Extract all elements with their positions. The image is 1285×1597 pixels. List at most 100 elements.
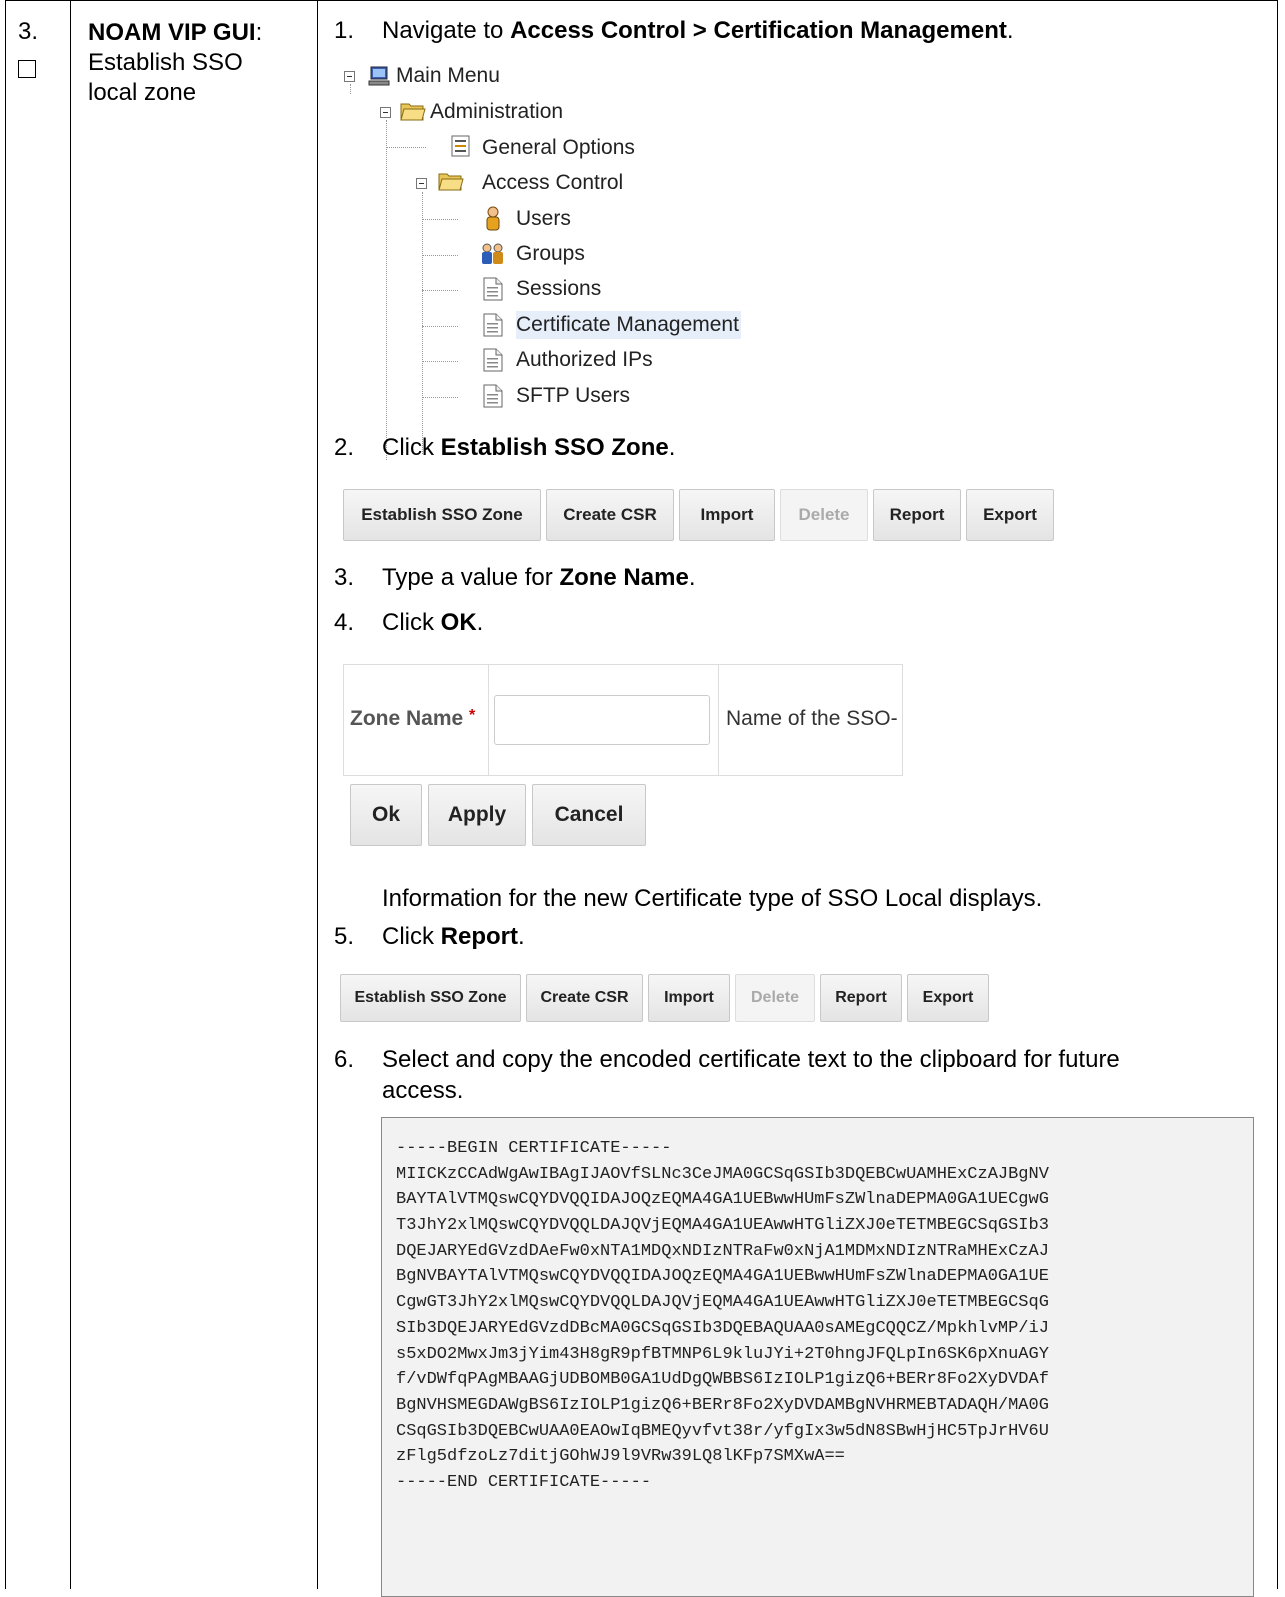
certificate-toolbar-2: Establish SSO Zone Create CSR Import Del… [340, 974, 989, 1022]
instruction-punct: . [1006, 17, 1014, 44]
column-divider [70, 1, 71, 1589]
step-checkbox[interactable] [18, 60, 36, 78]
certificate-toolbar: Establish SSO Zone Create CSR Import Del… [343, 489, 1054, 541]
instruction-5: 5. Click Report. [334, 922, 525, 952]
required-marker: * [469, 707, 476, 724]
step-number: 3. [18, 18, 39, 45]
establish-sso-zone-button[interactable]: Establish SSO Zone [340, 974, 521, 1022]
zone-name-form: Zone Name * Name of the SSO- [343, 664, 903, 776]
import-button[interactable]: Import [648, 974, 730, 1022]
computer-icon [368, 66, 390, 86]
instruction-punct: . [518, 923, 525, 950]
step-title: NOAM VIP GUI: Establish SSO local zone [88, 18, 298, 108]
instruction-punct: . [476, 609, 484, 636]
instruction-bold: Access Control > Certification Managemen… [510, 17, 1007, 44]
document-icon [483, 277, 503, 301]
certificate-line: SIb3DQEJARYEdGVzdDBcMA0GCSqGSIb3DQEBAQUA… [396, 1318, 1049, 1338]
zone-form-buttons: Ok Apply Cancel [350, 784, 646, 846]
instruction-text: Navigate to [382, 17, 511, 44]
tree-item-general-options[interactable]: General Options [482, 134, 635, 162]
tree-item-certificate-management[interactable]: Certificate Management [516, 311, 741, 339]
certificate-line: -----BEGIN CERTIFICATE----- [396, 1139, 672, 1158]
instruction-number: 6. [334, 1046, 355, 1073]
certificate-line: zFlg5dfzoLz7ditjGOhWJ9l9VRw39LQ8lKFp7SMX… [396, 1447, 845, 1467]
collapse-toggle-icon[interactable] [344, 71, 355, 82]
instruction-text: Click [382, 434, 441, 461]
document-icon [483, 313, 503, 337]
certificate-line: BAYTAlVTMQswCQYDVQQIDAJOQzEQMA4GA1UEBwwH… [396, 1190, 1049, 1210]
cancel-button[interactable]: Cancel [532, 784, 646, 846]
tree-item-sessions[interactable]: Sessions [516, 275, 601, 303]
instruction-bold: Zone Name [559, 564, 689, 591]
instruction-text: Select and copy the encoded certificate … [382, 1046, 1120, 1073]
zone-input-cell [488, 665, 719, 775]
delete-button[interactable]: Delete [735, 974, 815, 1022]
instruction-bold: OK [440, 609, 477, 636]
establish-sso-zone-button[interactable]: Establish SSO Zone [343, 489, 541, 541]
apply-button[interactable]: Apply [428, 784, 526, 846]
report-button[interactable]: Report [820, 974, 902, 1022]
certificate-line: -----END CERTIFICATE----- [396, 1472, 652, 1492]
certificate-line: f/vDWfqPAgMBAAGjUDBOMB0GA1UdDgQWBBS6IzIO… [396, 1370, 1049, 1390]
tree-item-groups[interactable]: Groups [516, 240, 585, 268]
instruction-number: 1. [334, 17, 355, 44]
create-csr-button[interactable]: Create CSR [546, 489, 674, 541]
instruction-punct: . [688, 564, 696, 591]
instruction-punct: . [668, 434, 676, 461]
instruction-2: 2. Click Establish SSO Zone. [334, 433, 675, 463]
certificate-line: DQEJARYEdGVzdDAeFw0xNTA1MDQxNDIzNTRaFw0x… [396, 1241, 1049, 1261]
certificate-line: MIICKzCCAdWgAwIBAgIJAOVfSLNc3CeJMA0GCSqG… [396, 1164, 1049, 1184]
zone-label-cell: Zone Name * [344, 665, 489, 775]
delete-button[interactable]: Delete [780, 489, 868, 541]
create-csr-button[interactable]: Create CSR [526, 974, 643, 1022]
certificate-line: CSqGSIb3DQEBCwUAA0EAOwIqBMEQyvfvt38r/yfg… [396, 1421, 1049, 1441]
tree-item-users[interactable]: Users [516, 205, 571, 233]
import-button[interactable]: Import [679, 489, 775, 541]
certificate-line: CgwGT3JhY2xlMQswCQYDVQQLDAJQVjEQMA4GA1UE… [396, 1293, 1049, 1313]
instruction-1: 1. Navigate to Access Control > Certifica… [334, 16, 1014, 46]
certificate-line [396, 1521, 1253, 1547]
step-title-bold: NOAM VIP GUI [88, 19, 256, 46]
zone-name-label-text: Zone Name [350, 707, 464, 730]
tree-item-main-menu[interactable]: Main Menu [396, 62, 500, 90]
collapse-toggle-icon[interactable] [416, 178, 427, 189]
certificate-line: T3JhY2xlMQswCQYDVQQLDAJQVjEQMA4GA1UEAwwH… [396, 1216, 1049, 1236]
document-icon [483, 384, 503, 408]
folder-open-icon [400, 103, 426, 121]
instruction-6: 6. Select and copy the encoded certificat… [334, 1045, 1120, 1075]
certificate-line: s5xDO2MwxJm3jYim43H8gR9pfBTMNP6L9kluJYi+… [396, 1344, 1049, 1364]
instruction-bold: Report [440, 923, 519, 950]
certificate-line [396, 1496, 1253, 1522]
zone-name-label: Zone Name * [350, 707, 475, 731]
tree-item-administration[interactable]: Administration [430, 98, 563, 126]
certificate-line: BgNVHSMEGDAWgBS6IzIOLP1gizQ6+BERr8Fo2XyD… [396, 1395, 1049, 1415]
instruction-number: 3. [334, 564, 355, 591]
ok-button[interactable]: Ok [350, 784, 422, 846]
instruction-number: 5. [334, 923, 355, 950]
report-button[interactable]: Report [873, 489, 961, 541]
column-divider [317, 1, 318, 1589]
export-button[interactable]: Export [966, 489, 1054, 541]
instruction-6-continued: access. [382, 1077, 464, 1104]
instruction-text: Click [382, 609, 441, 636]
instruction-number: 2. [334, 434, 355, 461]
instruction-text: Type a value for [382, 564, 560, 591]
instruction-bold: Establish SSO Zone [440, 434, 669, 461]
export-button[interactable]: Export [907, 974, 989, 1022]
instruction-text: Click [382, 923, 441, 950]
tree-item-authorized-ips[interactable]: Authorized IPs [516, 346, 653, 374]
certificate-line: BgNVBAYTAlVTMQswCQYDVQQIDAJOQzEQMA4GA1UE… [396, 1267, 1049, 1287]
tree-item-sftp-users[interactable]: SFTP Users [516, 382, 630, 410]
zone-name-input[interactable] [494, 695, 710, 745]
instruction-3: 3. Type a value for Zone Name. [334, 563, 695, 593]
folder-open-icon [438, 173, 464, 191]
tree-item-access-control[interactable]: Access Control [482, 169, 623, 197]
zone-name-description: Name of the SSO- [726, 707, 898, 730]
collapse-toggle-icon[interactable] [380, 107, 391, 118]
groups-icon [482, 243, 503, 264]
instruction-number: 4. [334, 609, 355, 636]
certificate-text-box[interactable]: -----BEGIN CERTIFICATE----- MIICKzCCAdWg… [381, 1117, 1254, 1597]
user-icon [486, 206, 500, 231]
instruction-4: 4. Click OK. [334, 608, 483, 638]
info-text: Information for the new Certificate type… [382, 885, 1043, 912]
